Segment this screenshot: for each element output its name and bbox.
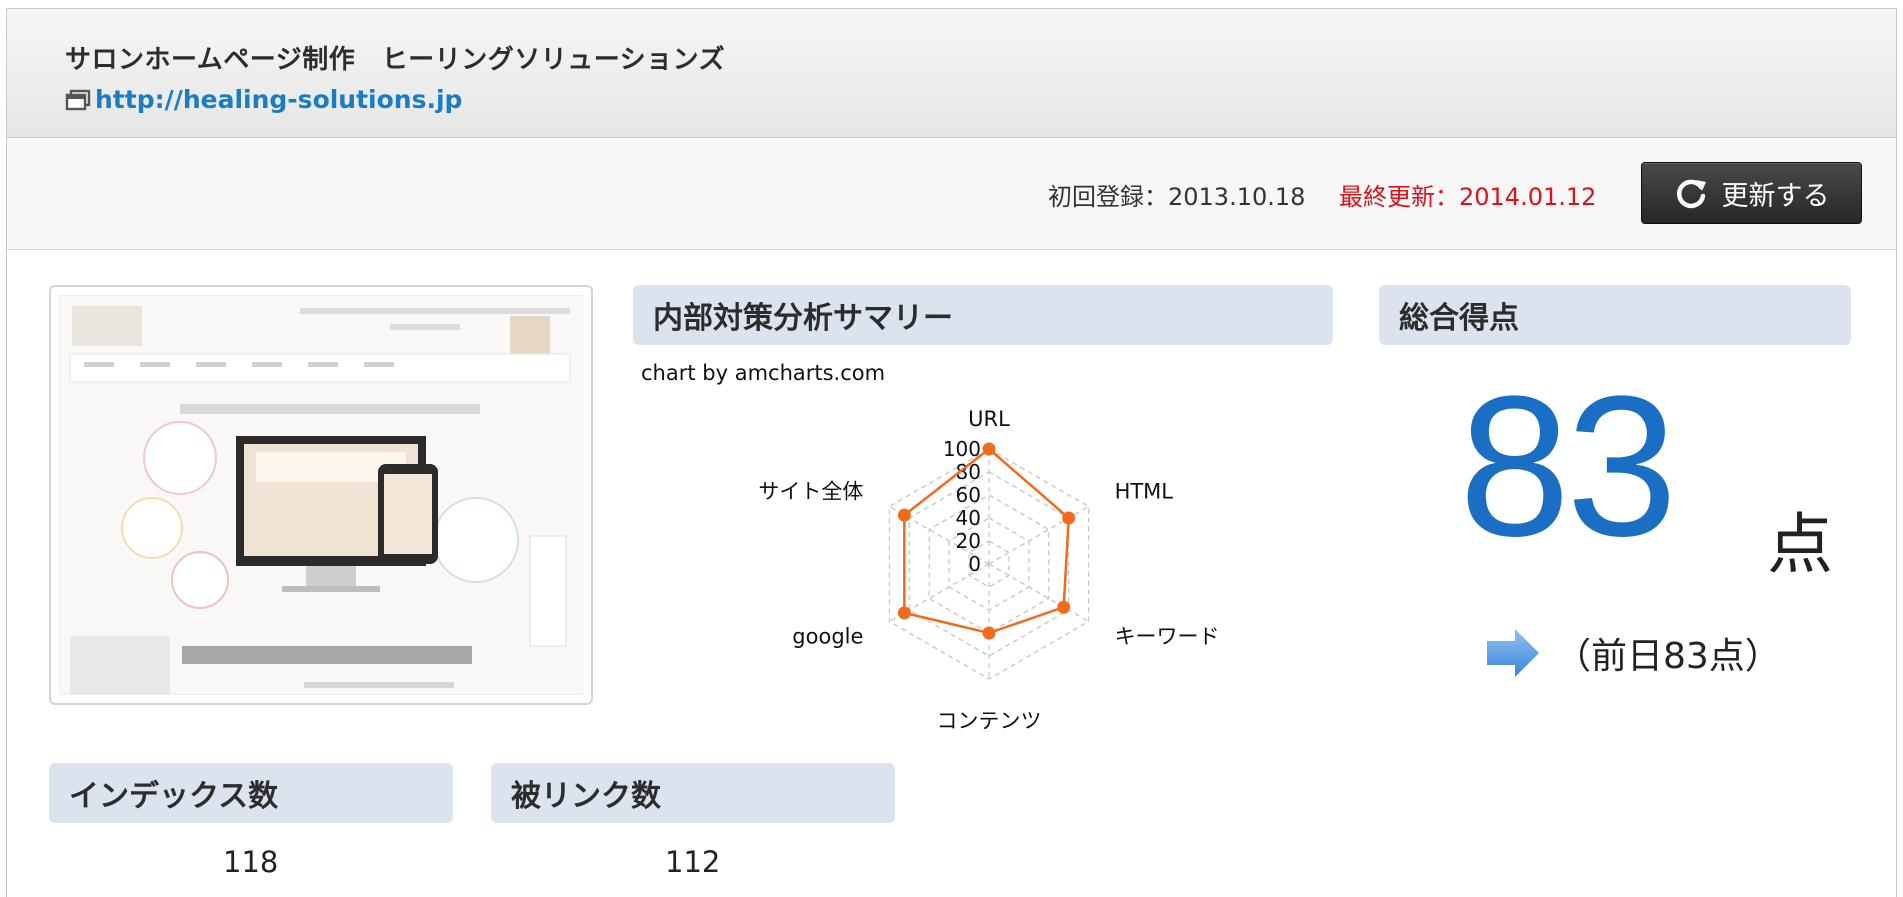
radar-category-label: サイト全体 <box>758 480 863 504</box>
backlink-count-title: 被リンク数 <box>511 779 661 814</box>
radar-data-point <box>1062 511 1076 525</box>
radar-category-label: google <box>792 625 863 649</box>
previous-score: （前日83点） <box>1485 627 1781 679</box>
total-panel-header: 総合得点 <box>1379 285 1851 345</box>
radar-category-label: コンテンツ <box>937 709 1042 729</box>
site-screenshot-graphic <box>60 296 582 694</box>
chart-credit[interactable]: chart by amcharts.com <box>641 361 885 385</box>
radar-data-point <box>897 508 911 522</box>
total-title: 総合得点 <box>1399 301 1519 336</box>
site-title: サロンホームページ制作 ヒーリングソリューションズ <box>65 45 726 75</box>
radar-tick-label: 100 <box>943 437 981 461</box>
last-updated-date: 最終更新：2014.01.12 <box>1339 183 1597 211</box>
site-url-link[interactable]: http://healing-solutions.jp <box>65 85 462 114</box>
radar-chart: 020406080100URLHTMLキーワードコンテンツgoogleサイト全体 <box>758 407 1220 729</box>
refresh-button[interactable]: 更新する <box>1641 162 1862 224</box>
index-count-value: 118 <box>223 845 279 879</box>
summary-title: 内部対策分析サマリー <box>653 301 953 336</box>
site-thumbnail[interactable] <box>49 285 593 705</box>
radar-spoke <box>988 563 1089 623</box>
index-count-header: インデックス数 <box>49 763 453 823</box>
backlink-count-header: 被リンク数 <box>491 763 895 823</box>
radar-tick-label: 40 <box>956 506 981 530</box>
index-count-title: インデックス数 <box>69 779 279 814</box>
previous-score-text: （前日83点） <box>1555 636 1781 677</box>
summary-panel-header: 内部対策分析サマリー <box>633 285 1333 345</box>
refresh-label[interactable]: 更新する <box>1722 174 1830 213</box>
site-card: サロンホームページ制作 ヒーリングソリューションズ http://healing… <box>6 8 1897 897</box>
radar-category-label: URL <box>968 407 1010 431</box>
info-bar: 初回登録：2013.10.18 最終更新：2014.01.12 更新する <box>7 139 1896 250</box>
radar-tick-label: 20 <box>956 529 981 553</box>
backlink-count-value: 112 <box>665 845 721 879</box>
score-unit: 点 <box>1767 506 1833 583</box>
radar-category-label: キーワード <box>1115 625 1220 649</box>
first-registered-date: 初回登録：2013.10.18 <box>1048 183 1306 211</box>
card-header: サロンホームページ制作 ヒーリングソリューションズ http://healing… <box>7 9 1896 138</box>
radar-data-point <box>897 606 911 620</box>
trend-flat-arrow-icon <box>1487 629 1539 677</box>
radar-data-point <box>982 626 996 640</box>
radar-category-label: HTML <box>1115 480 1174 504</box>
refresh-icon <box>1676 179 1706 209</box>
external-window-icon <box>65 89 91 110</box>
radar-data-point <box>1057 600 1071 614</box>
site-url-text[interactable]: http://healing-solutions.jp <box>95 85 462 114</box>
total-score: 83 <box>1459 355 1677 578</box>
radar-data-point <box>982 442 996 456</box>
radar-tick-label: 60 <box>956 483 981 507</box>
site-screenshot-image <box>59 295 583 695</box>
radar-tick-label: 0 <box>968 552 981 576</box>
